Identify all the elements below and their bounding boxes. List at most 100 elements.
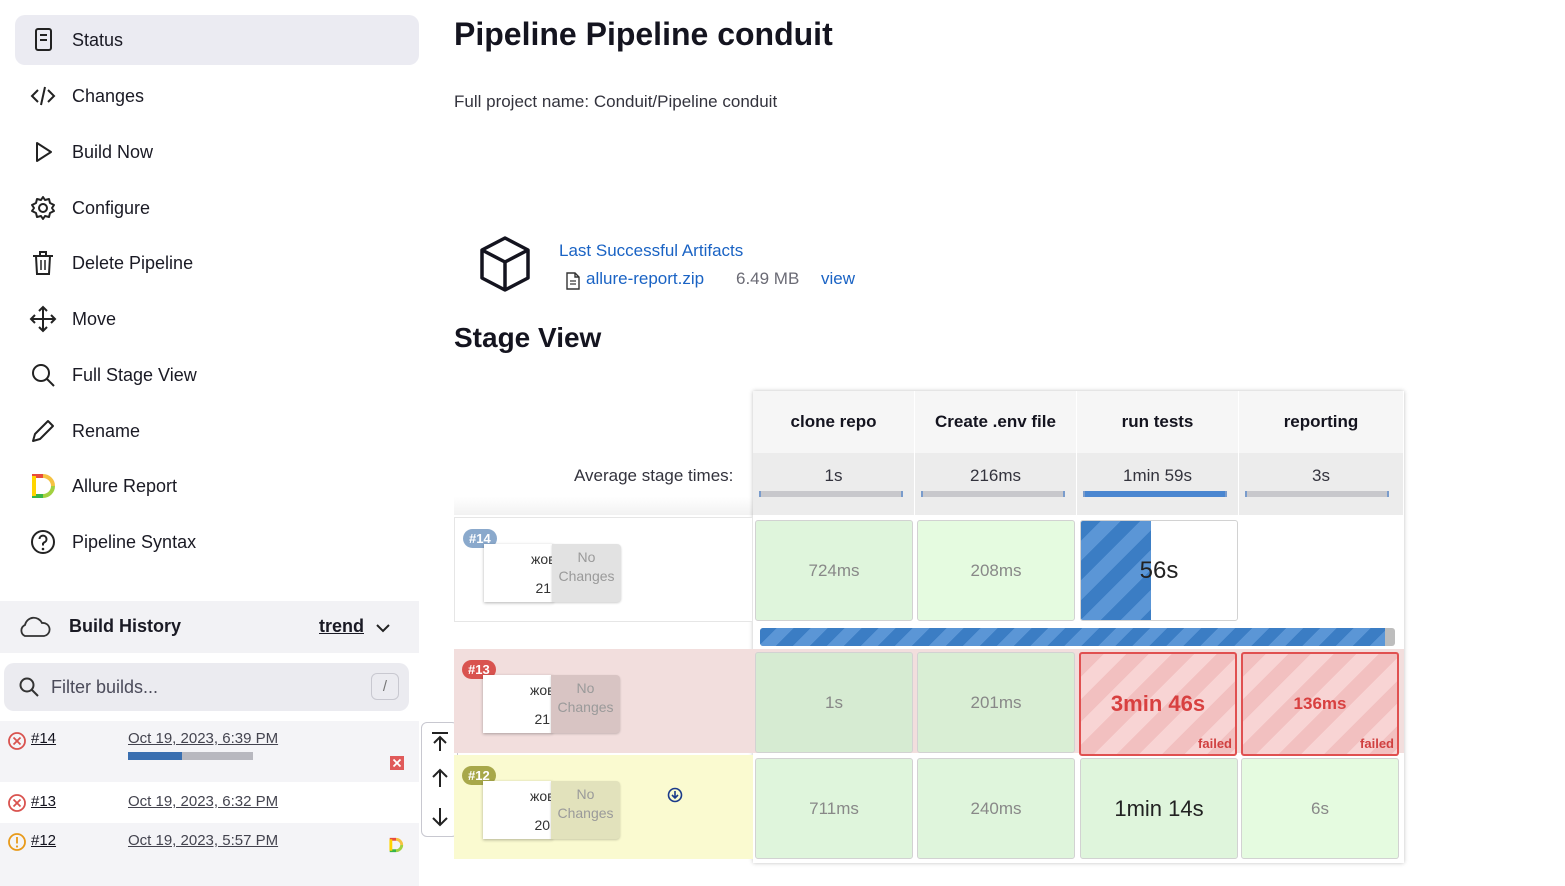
filter-builds-input[interactable]: Filter builds... / — [4, 663, 409, 711]
sidebar-item-label: Rename — [72, 420, 141, 441]
build-history-header: Build History trend — [0, 601, 419, 653]
search-icon — [19, 677, 39, 697]
build-row[interactable]: #13 Oct 19, 2023, 6:32 PM — [0, 782, 419, 823]
arrow-down-icon[interactable] — [429, 806, 451, 828]
sidebar-item-label: Configure — [72, 197, 151, 218]
sidebar-item-label: Allure Report — [72, 475, 178, 496]
artifact-file-size: 6.49 MB — [736, 269, 800, 288]
trash-icon — [33, 251, 53, 275]
stage-header: reporting — [1239, 391, 1404, 453]
package-icon — [480, 236, 530, 292]
avg-time-text: 1min 59s — [1123, 466, 1192, 485]
keyboard-shortcut-hint: / — [371, 673, 399, 700]
avg-time-text: 216ms — [969, 466, 1022, 485]
arrow-up-icon[interactable] — [429, 767, 451, 789]
stage-header: run tests — [1077, 391, 1239, 453]
build-row-partial — [0, 868, 419, 886]
sidebar-item-label: Status — [72, 29, 124, 50]
avg-stage-time: 3s — [1239, 453, 1404, 515]
sidebar-item-pipeline-syntax[interactable]: Pipeline Syntax — [15, 517, 419, 567]
chevron-down-icon[interactable] — [374, 619, 392, 637]
stage-cell[interactable]: 1s — [755, 652, 913, 753]
stage-cell[interactable]: 711ms — [755, 758, 913, 859]
avg-stage-time: 1min 59s — [1077, 453, 1239, 515]
sidebar-item-allure-report[interactable]: Allure Report — [15, 461, 419, 511]
avg-stage-time: 216ms — [915, 453, 1077, 515]
build-date-card: жов 19 21:32 — [483, 675, 574, 733]
stage-header: clone repo — [753, 391, 915, 453]
build-overall-progress — [760, 628, 1395, 646]
build-overall-progress-fill — [760, 628, 1386, 646]
build-number-link[interactable]: #14 — [31, 730, 56, 747]
allure-icon[interactable] — [388, 837, 404, 853]
build-number-link[interactable]: #13 — [31, 793, 56, 810]
search-icon — [32, 364, 55, 387]
sidebar-item-build-now[interactable]: Build Now — [15, 127, 419, 177]
stage-cell[interactable]: 724ms — [755, 520, 913, 621]
build-run-row[interactable]: #14 жов 19 21:39 NoChanges — [454, 517, 753, 622]
stage-cell[interactable]: 1min 14s — [1080, 758, 1238, 859]
stage-cell[interactable]: 6s — [1241, 758, 1399, 859]
filter-placeholder: Filter builds... — [51, 677, 159, 697]
stage-cell[interactable]: 201ms — [917, 652, 1075, 753]
build-date-link[interactable]: Oct 19, 2023, 5:57 PM — [128, 832, 278, 849]
download-icon[interactable] — [667, 787, 683, 803]
build-history-title: Build History — [69, 616, 182, 636]
sidebar-item-label: Changes — [72, 85, 145, 106]
sidebar-item-label: Move — [72, 308, 117, 329]
no-changes-label: No Changes — [552, 544, 621, 602]
sidebar-item-rename[interactable]: Rename — [15, 406, 419, 456]
build-row[interactable]: #12 Oct 19, 2023, 5:57 PM — [0, 823, 419, 868]
no-changes-label: No Changes — [551, 675, 620, 733]
sidebar-item-full-stage-view[interactable]: Full Stage View — [15, 350, 419, 400]
no-changes-label: No Changes — [551, 781, 620, 839]
sidebar-item-label: Pipeline Syntax — [72, 531, 197, 552]
artifact-view-link[interactable]: view — [821, 269, 855, 289]
build-number-link[interactable]: #12 — [31, 832, 56, 849]
sidebar: Status Changes Build Now Configure Delet… — [0, 0, 420, 886]
scroll-to-top-icon[interactable] — [429, 730, 451, 752]
average-stage-times-label: Average stage times: — [574, 466, 734, 485]
sidebar-item-configure[interactable]: Configure — [15, 183, 419, 233]
failed-icon — [8, 732, 26, 750]
stage-cell[interactable]: 208ms — [917, 520, 1075, 621]
build-row[interactable]: #14 Oct 19, 2023, 6:39 PM — [0, 721, 419, 782]
avg-time-text: 1s — [824, 466, 843, 485]
page-title: Pipeline Pipeline conduit — [454, 16, 833, 52]
stage-cell[interactable]: 240ms — [917, 758, 1075, 859]
failed-label: failed — [1360, 736, 1394, 751]
build-run-row[interactable]: #12 жов 19 20:57 NoChanges — [454, 755, 753, 859]
allure-icon — [32, 474, 55, 498]
pencil-icon — [32, 420, 54, 442]
last-successful-artifacts-link[interactable]: Last Successful Artifacts — [559, 241, 743, 261]
build-date-link[interactable]: Oct 19, 2023, 6:39 PM — [128, 730, 278, 747]
stage-time: 56s — [1139, 557, 1179, 584]
stage-header: Create .env file — [915, 391, 1077, 453]
sidebar-item-status[interactable]: Status — [15, 15, 419, 65]
stage-cell-running[interactable]: 56s — [1080, 520, 1238, 621]
stage-view-title: Stage View — [454, 322, 602, 353]
artifact-file-link[interactable]: allure-report.zip — [586, 269, 704, 289]
build-date-card: жов 19 21:39 — [484, 544, 575, 602]
avg-time-text: 3s — [1312, 466, 1330, 485]
unstable-icon — [8, 833, 26, 851]
stage-time: 3min 46s — [1110, 691, 1206, 716]
trend-link[interactable]: trend — [319, 616, 364, 637]
gear-icon — [31, 196, 55, 220]
sidebar-item-changes[interactable]: Changes — [15, 71, 419, 121]
sidebar-item-label: Delete Pipeline — [72, 252, 194, 273]
avg-time-bar-fill — [1085, 491, 1225, 497]
full-project-name: Full project name: Conduit/Pipeline cond… — [454, 92, 778, 111]
build-date-card: жов 19 20:57 — [483, 781, 574, 839]
sidebar-item-move[interactable]: Move — [15, 294, 419, 344]
status-icon — [35, 28, 52, 51]
file-icon — [566, 272, 580, 290]
build-run-row[interactable]: #13 жов 19 21:32 NoChanges — [454, 649, 753, 753]
stage-cell-failed[interactable]: 3min 46s failed — [1079, 652, 1237, 756]
failed-label: failed — [1198, 736, 1232, 751]
stage-cell-failed[interactable]: 136ms failed — [1241, 652, 1399, 756]
avg-stage-time: 1s — [753, 453, 915, 515]
stop-build-icon[interactable] — [389, 755, 405, 771]
build-date-link[interactable]: Oct 19, 2023, 6:32 PM — [128, 793, 278, 810]
sidebar-item-delete-pipeline[interactable]: Delete Pipeline — [15, 238, 419, 288]
